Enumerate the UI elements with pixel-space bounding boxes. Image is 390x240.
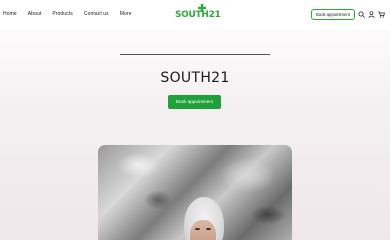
- site-logo[interactable]: SOUTH21: [175, 4, 221, 23]
- hero-title: SOUTH21: [160, 70, 230, 86]
- cart-icon[interactable]: [378, 11, 385, 18]
- photo-eye-right: [206, 228, 211, 230]
- hero-photo: [98, 145, 292, 240]
- user-icon[interactable]: [368, 11, 375, 18]
- header-book-button[interactable]: Book appointment: [311, 9, 355, 20]
- search-icon[interactable]: [358, 11, 365, 18]
- hero-book-button[interactable]: Book appointment: [168, 95, 221, 109]
- hero-divider: [120, 54, 270, 55]
- cross-icon: [198, 4, 206, 12]
- nav-contact-link[interactable]: Contact us: [84, 11, 109, 17]
- nav-home-link[interactable]: Home: [3, 11, 17, 17]
- main-nav: Home About Products Contact us More: [3, 11, 143, 17]
- nav-about-link[interactable]: About: [28, 11, 42, 17]
- page: Home About Products Contact us More SOUT…: [0, 0, 390, 240]
- site-header: Home About Products Contact us More SOUT…: [0, 0, 390, 30]
- photo-eye-left: [195, 228, 200, 230]
- photo-face: [190, 220, 216, 240]
- nav-more-link[interactable]: More: [120, 11, 132, 17]
- nav-products-link[interactable]: Products: [52, 11, 73, 17]
